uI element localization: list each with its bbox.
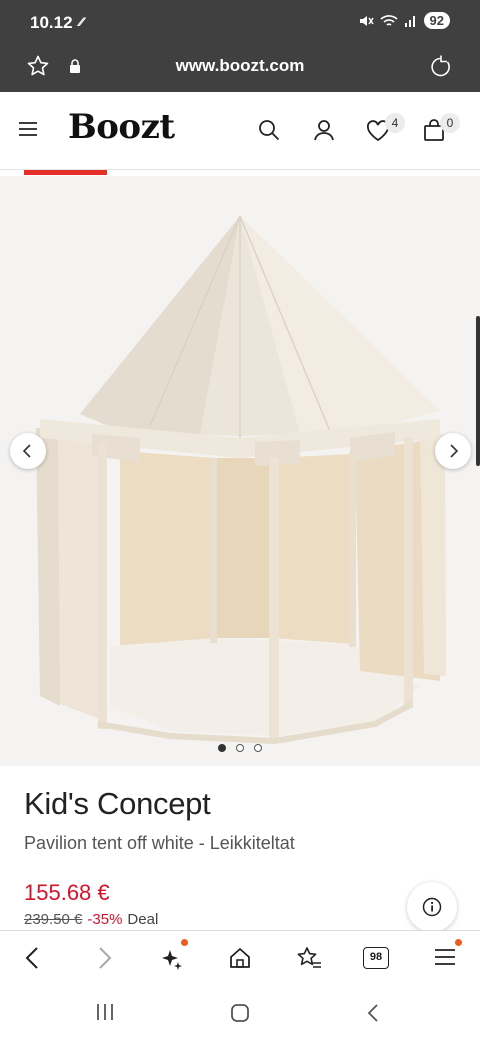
status-time: 10.12 <box>30 13 73 32</box>
carousel-dot[interactable] <box>236 744 244 752</box>
reload-icon[interactable] <box>428 54 454 80</box>
notification-dot <box>181 939 188 946</box>
wifi-icon <box>379 14 398 26</box>
scrollbar-thumb[interactable] <box>476 316 480 466</box>
forward-icon[interactable] <box>95 946 113 970</box>
menu-icon[interactable] <box>434 948 456 966</box>
tabs-button[interactable]: 98 <box>363 947 389 969</box>
active-tab-indicator <box>24 170 107 175</box>
system-back-icon[interactable] <box>366 1003 380 1023</box>
search-icon[interactable] <box>257 118 281 142</box>
ai-sparkle-icon[interactable] <box>160 946 184 970</box>
chevron-left-icon <box>22 444 31 458</box>
status-bar: 10.12 ⁄⁄⁄ 92 <box>0 0 480 44</box>
product-title: Pavilion tent off white - Leikkiteltat <box>24 833 295 853</box>
home-button-icon[interactable] <box>230 1003 250 1023</box>
data-activity-icon: ⁄⁄⁄ <box>80 15 84 29</box>
current-price: 155.68 € <box>24 880 110 905</box>
original-price: 239.50 € <box>24 911 83 928</box>
account-icon[interactable] <box>312 118 336 142</box>
cart-count-badge: 0 <box>440 113 460 133</box>
status-icons: 92 <box>358 12 450 29</box>
home-icon[interactable] <box>228 946 252 970</box>
carousel-next-button[interactable] <box>435 433 471 469</box>
boozt-logo[interactable]: Boozt <box>68 107 175 147</box>
carousel-prev-button[interactable] <box>10 433 46 469</box>
product-image-carousel[interactable] <box>0 176 480 766</box>
discount-label: -35% <box>87 911 123 928</box>
system-navigation-bar <box>0 986 480 1040</box>
carousel-dots <box>0 744 480 752</box>
product-brand[interactable]: Kid's Concept <box>24 786 211 822</box>
mute-icon <box>359 15 374 26</box>
carousel-dot[interactable] <box>218 744 226 752</box>
hamburger-menu-icon[interactable] <box>18 121 38 137</box>
browser-toolbar: 98 <box>0 930 480 986</box>
site-header: Boozt 4 0 <box>0 92 480 170</box>
browser-url-bar: www.boozt.com <box>0 44 480 92</box>
signal-icon <box>404 15 415 27</box>
bookmarks-star-icon[interactable] <box>296 946 322 970</box>
info-icon <box>422 897 442 917</box>
chevron-right-icon <box>450 444 459 458</box>
deal-label: Deal <box>127 911 159 928</box>
battery-badge: 92 <box>423 12 450 29</box>
notification-dot <box>455 939 462 946</box>
carousel-dot[interactable] <box>254 744 262 752</box>
wishlist-count-badge: 4 <box>385 113 405 133</box>
recent-apps-icon[interactable] <box>95 1003 115 1021</box>
price-details: 239.50 € -35% Deal <box>24 911 158 928</box>
product-image <box>36 215 446 745</box>
url-text[interactable]: www.boozt.com <box>0 56 480 76</box>
info-button[interactable] <box>407 882 457 932</box>
back-icon[interactable] <box>24 946 42 970</box>
